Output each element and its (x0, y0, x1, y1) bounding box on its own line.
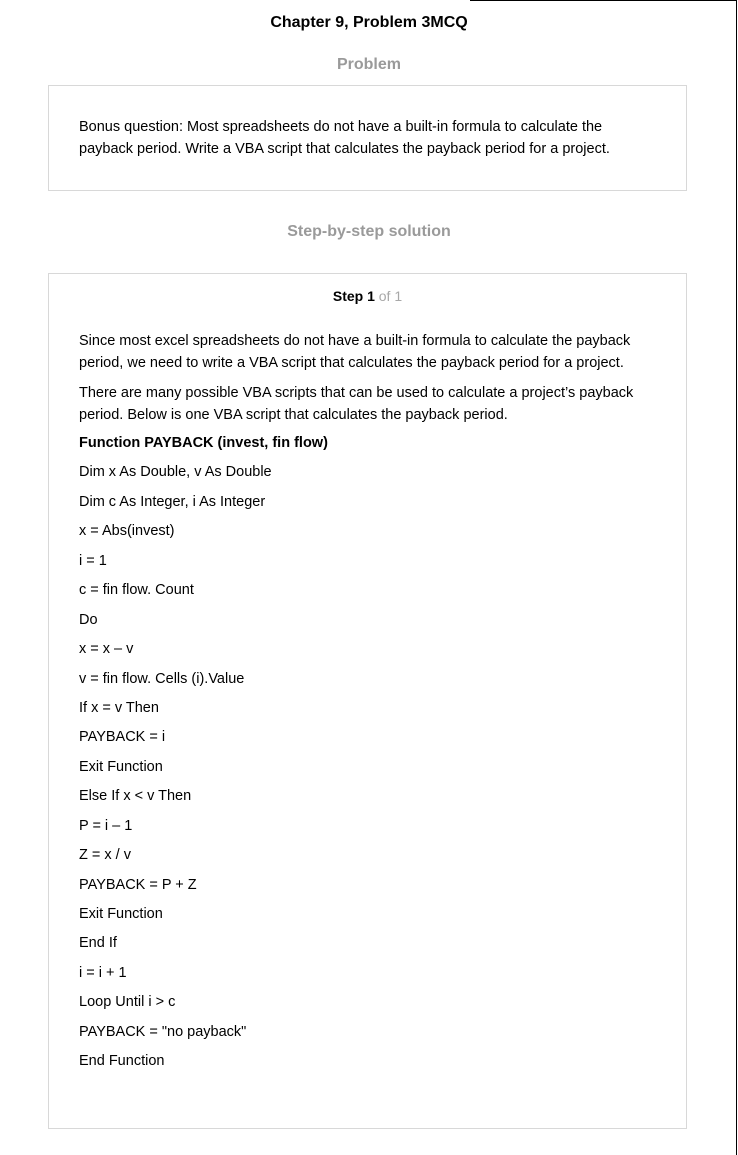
solution-box: Step 1 of 1 Since most excel spreadsheet… (48, 273, 687, 1129)
code-line: c = fin flow. Count (79, 582, 194, 599)
code-line: Exit Function (79, 758, 163, 775)
code-line: PAYBACK = i (79, 729, 166, 746)
code-line: PAYBACK = "no payback" (79, 1023, 247, 1040)
code-line: Dim c As Integer, i As Integer (79, 493, 266, 510)
code-line: x = Abs(invest) (79, 523, 175, 540)
step-label: Step 1 (332, 288, 375, 304)
code-line: x = x – v (79, 641, 134, 658)
problem-box: Bonus question: Most spreadsheets do not… (48, 85, 687, 191)
solution-paragraph: Since most excel spreadsheets do not hav… (79, 333, 631, 371)
code-line: Function PAYBACK (invest, fin flow) (79, 435, 328, 451)
code-line: End If (79, 935, 117, 952)
code-line: Else If x < v Then (79, 788, 192, 805)
code-line: i = 1 (79, 552, 107, 569)
step-of-label: of 1 (378, 288, 403, 304)
problem-heading: Problem (336, 56, 401, 73)
code-line: PAYBACK = P + Z (79, 876, 197, 893)
solution-heading: Step-by-step solution (287, 223, 451, 240)
page-title: Chapter 9, Problem 3MCQ (270, 14, 468, 31)
solution-paragraph: There are many possible VBA scripts that… (79, 385, 634, 423)
code-line: If x = v Then (79, 699, 159, 716)
step-indicator: Step 1 of 1 (79, 288, 656, 304)
code-line: End Function (79, 1053, 165, 1070)
code-line: Dim x As Double, v As Double (79, 464, 272, 481)
code-line: Exit Function (79, 906, 163, 922)
code-line: i = i + 1 (79, 964, 127, 981)
frame-border-top (470, 0, 737, 1)
code-line: Do (79, 611, 98, 628)
code-line: Loop Until i > c (79, 994, 176, 1011)
code-line: v = fin flow. Cells (i).Value (79, 670, 245, 687)
code-line: Z = x / v (79, 847, 131, 864)
code-block: Function PAYBACK (invest, fin flow) Dim … (79, 433, 656, 1081)
problem-text: Bonus question: Most spreadsheets do not… (79, 119, 610, 157)
frame-border-right (736, 0, 737, 1155)
code-line: P = i – 1 (79, 817, 133, 834)
